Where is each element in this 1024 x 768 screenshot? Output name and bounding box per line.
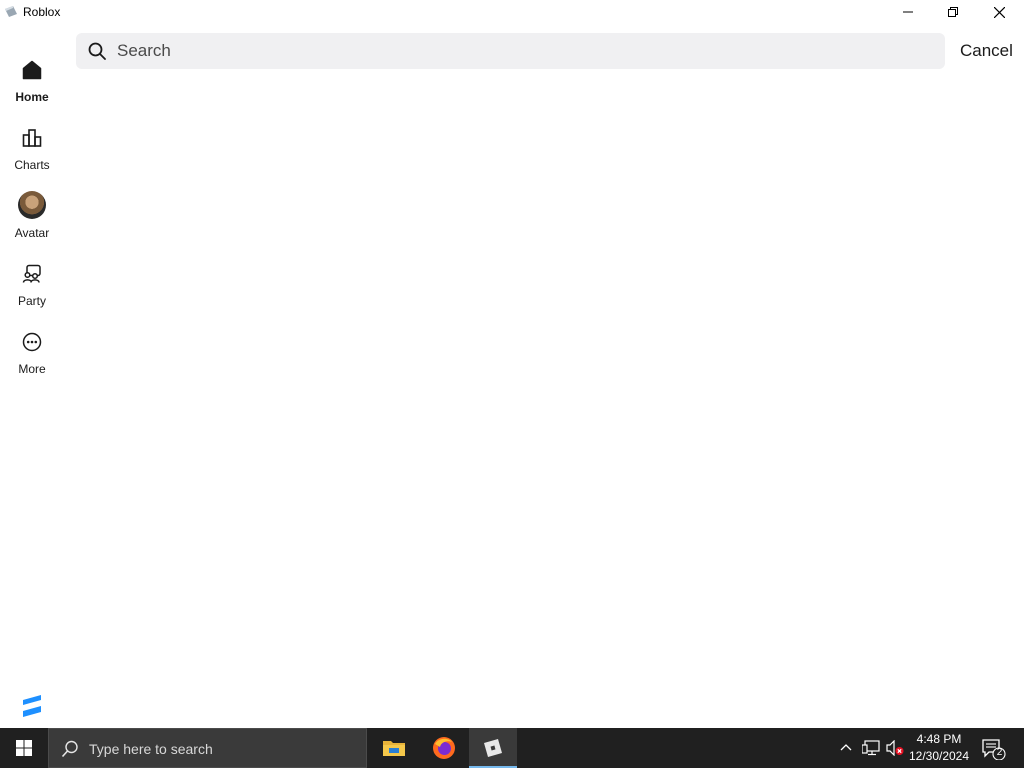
taskbar-search-icon bbox=[61, 740, 78, 758]
avatar-icon bbox=[18, 191, 46, 219]
sidebar-item-label: Charts bbox=[14, 158, 50, 172]
close-icon bbox=[993, 6, 1005, 18]
taskbar: Type here to search 4:48 PM 12/30/2024 2 bbox=[0, 728, 1024, 768]
sidebar: Home Charts Avatar Party More bbox=[0, 24, 64, 728]
chevron-up-icon[interactable] bbox=[838, 740, 854, 756]
sidebar-item-label: Avatar bbox=[14, 226, 50, 240]
firefox-icon bbox=[433, 737, 455, 759]
charts-icon bbox=[22, 129, 42, 147]
sidebar-item-charts[interactable]: Charts bbox=[0, 126, 64, 186]
roblox-icon bbox=[484, 739, 502, 757]
notification-center-button[interactable]: 2 bbox=[980, 738, 1006, 760]
minimize-icon bbox=[903, 11, 913, 13]
sidebar-item-home[interactable]: Home bbox=[0, 58, 64, 118]
taskbar-search-placeholder: Type here to search bbox=[89, 741, 213, 757]
cancel-button[interactable]: Cancel bbox=[960, 41, 1013, 61]
volume-muted-icon[interactable] bbox=[886, 740, 904, 756]
start-button[interactable] bbox=[0, 728, 48, 768]
taskbar-app-file-explorer[interactable] bbox=[370, 728, 418, 768]
sidebar-item-party[interactable]: Party bbox=[0, 262, 64, 322]
minimize-button[interactable] bbox=[885, 0, 931, 24]
file-explorer-icon bbox=[383, 741, 405, 756]
more-icon bbox=[22, 332, 42, 352]
restore-icon bbox=[948, 7, 958, 17]
windows-icon bbox=[16, 740, 32, 756]
clock-time: 4:48 PM bbox=[916, 732, 962, 746]
taskbar-search-box[interactable]: Type here to search bbox=[48, 728, 367, 768]
system-clock[interactable]: 4:48 PM 12/30/2024 bbox=[906, 731, 972, 765]
taskbar-app-roblox[interactable] bbox=[469, 728, 517, 768]
roblox-app-icon bbox=[5, 6, 17, 17]
sidebar-item-label: Party bbox=[17, 294, 46, 308]
search-input[interactable] bbox=[117, 33, 917, 69]
restore-button[interactable] bbox=[930, 0, 976, 24]
party-icon bbox=[22, 264, 41, 283]
notification-count: 2 bbox=[996, 747, 1003, 758]
roblox-studio-icon[interactable] bbox=[20, 694, 44, 718]
taskbar-app-firefox[interactable] bbox=[420, 728, 468, 768]
close-button[interactable] bbox=[976, 0, 1022, 24]
clock-date: 12/30/2024 bbox=[908, 749, 970, 763]
window-title: Roblox bbox=[23, 5, 61, 19]
title-bar: Roblox bbox=[0, 0, 1024, 24]
home-icon bbox=[22, 60, 42, 80]
network-icon[interactable] bbox=[862, 740, 880, 756]
sidebar-item-avatar[interactable]: Avatar bbox=[0, 190, 64, 250]
sidebar-item-more[interactable]: More bbox=[0, 330, 64, 390]
search-bar[interactable] bbox=[76, 33, 945, 69]
sidebar-item-label: More bbox=[18, 362, 46, 376]
sidebar-item-label: Home bbox=[15, 90, 49, 104]
search-icon bbox=[88, 42, 106, 60]
